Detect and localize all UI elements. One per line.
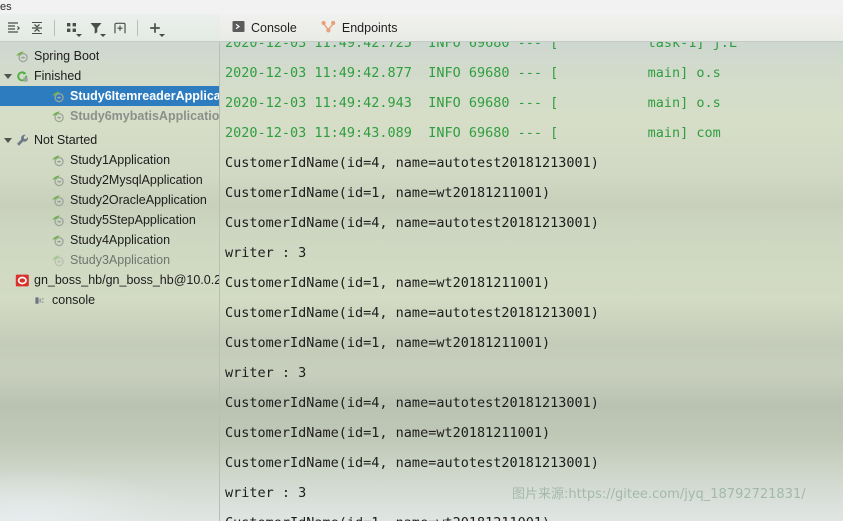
spring-boot-icon-faded	[51, 253, 66, 268]
sidebar-item-study2mysqlapplication[interactable]: Study2MysqlApplication	[0, 170, 220, 190]
sidebar-item-label: Spring Boot	[34, 49, 100, 63]
tab-console-label: Console	[251, 20, 297, 35]
sidebar-item-spring-boot[interactable]: Spring Boot	[0, 46, 220, 66]
group-by-caret-icon	[76, 33, 82, 37]
collapse-all-glyph	[32, 21, 42, 34]
top-crumb-text: es	[0, 1, 12, 13]
tab-endpoints-label: Endpoints	[341, 20, 398, 35]
console-line: 2020-12-03 11:49:43.089 INFO 69680 --- […	[225, 125, 721, 141]
console-line: CustomerIdName(id=1, name=wt20181211001)	[225, 275, 551, 291]
toolbar-separator-2	[137, 19, 138, 36]
console-line: 2020-12-03 11:49:42.943 INFO 69680 --- […	[225, 95, 721, 111]
sidebar-item-label: Finished	[34, 69, 82, 83]
tree-twisty-spacer	[38, 174, 51, 187]
tree-twisty-spacer	[38, 234, 51, 247]
add-icon[interactable]	[144, 17, 166, 39]
add-frame-icon[interactable]	[109, 17, 131, 39]
tree-twisty-spacer	[38, 254, 51, 267]
spring-boot-icon	[51, 153, 66, 168]
add-frame-glyph	[114, 22, 126, 33]
console-tab-bar: Console Endpoints	[220, 14, 843, 42]
console-line: CustomerIdName(id=1, name=wt20181211001)	[225, 185, 551, 201]
expand-all-icon[interactable]	[2, 17, 24, 39]
sidebar-item-label: Study6mybatisApplication	[70, 109, 220, 123]
wrench-icon	[15, 133, 30, 148]
sidebar-item-study4application[interactable]: Study4Application	[0, 230, 220, 250]
sidebar-item-label: Study6ItemreaderApplication	[70, 89, 220, 103]
tree-twisty-spacer	[20, 294, 33, 307]
group-by-icon[interactable]	[61, 17, 83, 39]
console-line: CustomerIdName(id=1, name=wt20181211001)	[225, 425, 551, 441]
sidebar-item-label: Study3Application	[70, 253, 171, 267]
sidebar-item-label: Study4Application	[70, 233, 171, 247]
spring-boot-icon	[51, 89, 66, 104]
tree-twisty-spacer	[38, 90, 51, 103]
sidebar-item-label: console	[52, 293, 96, 307]
tree-twisty-spacer	[38, 110, 51, 123]
tree-twisty-spacer	[2, 50, 15, 63]
chevron-down-icon[interactable]	[2, 134, 15, 147]
tree-twisty-spacer	[38, 214, 51, 227]
filter-icon[interactable]	[85, 17, 107, 39]
filter-caret-icon	[100, 33, 106, 37]
window-top-strip: es	[0, 0, 843, 14]
sidebar-item-finished[interactable]: Finished	[0, 66, 220, 86]
add-caret-icon	[159, 33, 165, 37]
sidebar-item-label: Study1Application	[70, 153, 171, 167]
spring-boot-icon	[51, 173, 66, 188]
sidebar-item-gn-boss-hb-gn-boss-hb-10-0-2[interactable]: gn_boss_hb/gn_boss_hb@10.0.2!	[0, 270, 220, 290]
run-dashboard-tree[interactable]: Spring Boot Finished Study6ItemreaderAppli…	[0, 42, 220, 521]
console-line: CustomerIdName(id=1, name=wt20181211001)	[225, 508, 550, 521]
sidebar-item-study2oracleapplication[interactable]: Study2OracleApplication	[0, 190, 220, 210]
console-line: CustomerIdName(id=4, name=autotest201812…	[225, 305, 599, 321]
tab-console[interactable]: Console	[232, 15, 297, 41]
sidebar-item-study5stepapplication[interactable]: Study5StepApplication	[0, 210, 220, 230]
tab-endpoints[interactable]: Endpoints	[321, 15, 398, 41]
chevron-down-icon[interactable]	[2, 70, 15, 83]
tree-twisty-spacer	[38, 194, 51, 207]
sidebar-item-study3application[interactable]: Study3Application	[0, 250, 220, 270]
console-line: 2020-12-03 11:49:42.725 INFO 69680 --- […	[225, 42, 738, 51]
console-line: writer : 3	[225, 485, 307, 501]
console-line: CustomerIdName(id=1, name=wt20181211001)	[225, 335, 551, 351]
sidebar-item-label: Study2OracleApplication	[70, 193, 207, 207]
sidebar-item-label: Not Started	[34, 133, 98, 147]
sidebar-item-label: gn_boss_hb/gn_boss_hb@10.0.2!	[34, 273, 220, 287]
spring-boot-icon	[15, 49, 30, 64]
sidebar-item-study1application[interactable]: Study1Application	[0, 150, 220, 170]
console-plug-icon	[33, 293, 48, 308]
tree-twisty-spacer	[2, 274, 15, 287]
rerun-icon	[15, 69, 30, 84]
console-line: CustomerIdName(id=4, name=autotest201812…	[225, 215, 599, 231]
sidebar-item-label: Study2MysqlApplication	[70, 173, 203, 187]
spring-boot-icon	[51, 213, 66, 228]
console-output[interactable]: 2020-12-03 11:49:42.725 INFO 69680 --- […	[220, 42, 843, 521]
console-line: 2020-12-03 11:49:42.877 INFO 69680 --- […	[225, 65, 721, 81]
console-line: writer : 3	[225, 245, 307, 261]
console-line: CustomerIdName(id=4, name=autotest201812…	[225, 395, 599, 411]
collapse-all-icon[interactable]	[26, 17, 48, 39]
ide-run-tool-window: es Console Endpoints Spring Boot Finishe…	[0, 0, 843, 521]
endpoints-icon	[321, 20, 336, 36]
stop-icon	[15, 273, 30, 288]
expand-all-glyph	[8, 21, 20, 33]
sidebar-item-not-started[interactable]: Not Started	[0, 130, 220, 150]
toolbar-separator-1	[54, 19, 55, 36]
sidebar-item-console[interactable]: console	[0, 290, 220, 310]
spring-boot-icon	[51, 109, 66, 124]
console-line: CustomerIdName(id=4, name=autotest201812…	[225, 455, 599, 471]
console-line: CustomerIdName(id=4, name=autotest201812…	[225, 155, 599, 171]
console-line: writer : 3	[225, 365, 307, 381]
sidebar-item-study6mybatisapplication[interactable]: Study6mybatisApplication	[0, 106, 220, 126]
sidebar-item-label: Study5StepApplication	[70, 213, 196, 227]
run-toolbar	[0, 14, 220, 42]
sidebar-item-study6itemreaderapplication[interactable]: Study6ItemreaderApplication	[0, 86, 220, 106]
spring-boot-icon	[51, 233, 66, 248]
spring-boot-icon	[51, 193, 66, 208]
tree-twisty-spacer	[38, 154, 51, 167]
console-icon	[232, 20, 245, 36]
